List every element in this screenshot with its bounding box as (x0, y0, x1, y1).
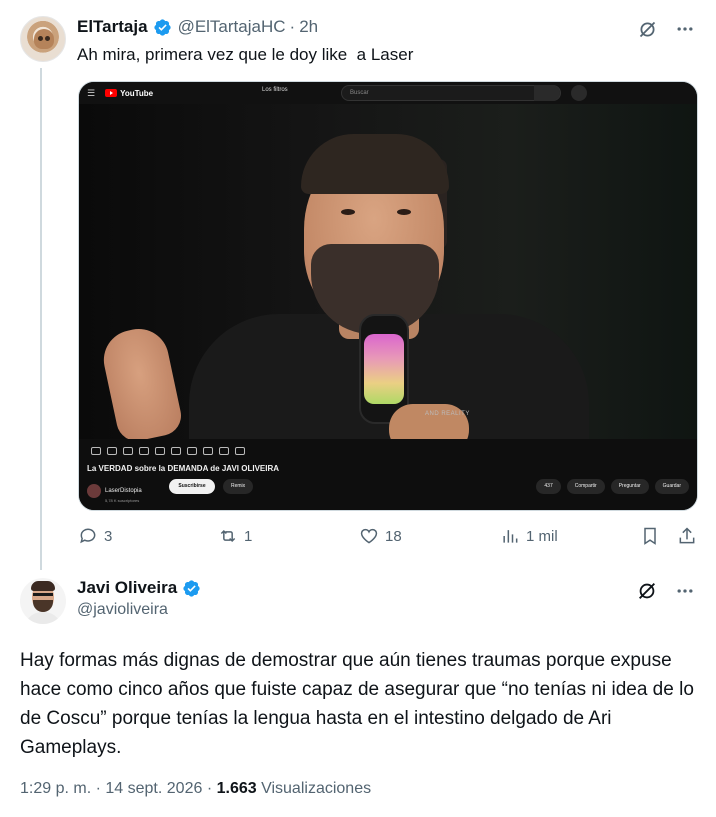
search-icon (534, 85, 560, 101)
remix-button: Remix (223, 479, 254, 494)
share-video-button: Compartir (566, 479, 605, 494)
channel-subscribers: 5,78 K suscriptores (105, 498, 140, 503)
repost-icon (220, 529, 236, 543)
shirt-print: AND REALITY (425, 411, 470, 417)
subscribe-button: Suscribirse (169, 479, 215, 494)
author-handle[interactable]: @javioliveira (77, 601, 168, 619)
mic-icon (571, 85, 587, 101)
share-icon (679, 527, 695, 544)
like-icon (360, 528, 378, 544)
channel-avatar (87, 484, 101, 498)
ask-button: Preguntar (610, 479, 649, 494)
save-video-button: Guardar (654, 479, 689, 494)
share-button[interactable] (677, 526, 697, 546)
tweet-date[interactable]: 14 sept. 2026 (105, 780, 202, 797)
channel-name: LaserDistopia (105, 488, 142, 494)
tweet-media-video[interactable]: ☰ YouTube Los filtros Buscar AND REALITY… (78, 81, 698, 511)
like-count: 18 (385, 527, 402, 545)
bookmark-button[interactable] (640, 526, 660, 546)
more-icon[interactable] (674, 18, 696, 40)
avatar-eltartaja[interactable] (20, 16, 66, 62)
views-label: Visualizaciones (261, 780, 372, 797)
channel-info: LaserDistopia 5,78 K suscriptores (87, 479, 142, 503)
tweet1-action-bar: 3 1 18 1 mil (78, 526, 698, 550)
youtube-topbar: ☰ YouTube Los filtros Buscar (79, 82, 697, 104)
video-actions: 437 Compartir Preguntar Guardar (536, 479, 689, 494)
grok-icon[interactable] (636, 580, 658, 602)
video-frame: AND REALITY (79, 104, 697, 439)
youtube-info-panel: La VERDAD sobre la DEMANDA de JAVI OLIVE… (79, 439, 697, 510)
bookmark-icon (644, 527, 656, 545)
tweet1-header: ElTartaja @ElTartajaHC · 2h (77, 17, 319, 37)
youtube-search-input: Buscar (341, 85, 561, 101)
repost-button[interactable]: 1 (218, 526, 252, 546)
thread-connector-line (40, 68, 42, 570)
video-like-count: 437 (536, 479, 561, 494)
avatar-javi-oliveira[interactable] (20, 578, 66, 624)
views-count: 1.663 (216, 780, 257, 797)
tweet-time[interactable]: 1:29 p. m. (20, 780, 91, 797)
views-button[interactable]: 1 mil (500, 526, 558, 546)
verified-badge-icon (153, 18, 172, 37)
menu-icon: ☰ (87, 87, 96, 98)
author-handle[interactable]: @ElTartajaHC (178, 17, 286, 37)
views-count: 1 mil (526, 527, 558, 545)
author-name[interactable]: ElTartaja (77, 17, 148, 37)
repost-count: 1 (244, 527, 253, 545)
more-icon[interactable] (674, 580, 696, 602)
tweet2-text: Hay formas más dignas de demostrar que a… (20, 650, 694, 758)
reply-count: 3 (104, 527, 113, 545)
reply-button[interactable]: 3 (78, 526, 112, 546)
reply-icon (80, 528, 96, 544)
grok-icon[interactable] (636, 18, 658, 40)
tweet1-top-actions (636, 18, 696, 40)
like-button[interactable]: 18 (359, 526, 402, 546)
filters-chip: Los filtros (262, 87, 288, 93)
tweet2-header: Javi Oliveira @javioliveira (77, 578, 201, 619)
author-name[interactable]: Javi Oliveira (77, 578, 177, 598)
tweet2-meta: 1:29 p. m. · 14 sept. 2026 · 1.663 Visua… (20, 780, 372, 797)
views-icon (503, 530, 518, 543)
verified-badge-icon (182, 579, 201, 598)
youtube-logo: YouTube (105, 89, 153, 98)
tweet-time[interactable]: 2h (299, 17, 318, 37)
video-title: La VERDAD sobre la DEMANDA de JAVI OLIVE… (87, 464, 280, 473)
tweet1-text: Ah mira, primera vez que le doy like a L… (77, 45, 414, 64)
player-controls (91, 447, 245, 455)
tweet2-top-actions (636, 580, 696, 602)
